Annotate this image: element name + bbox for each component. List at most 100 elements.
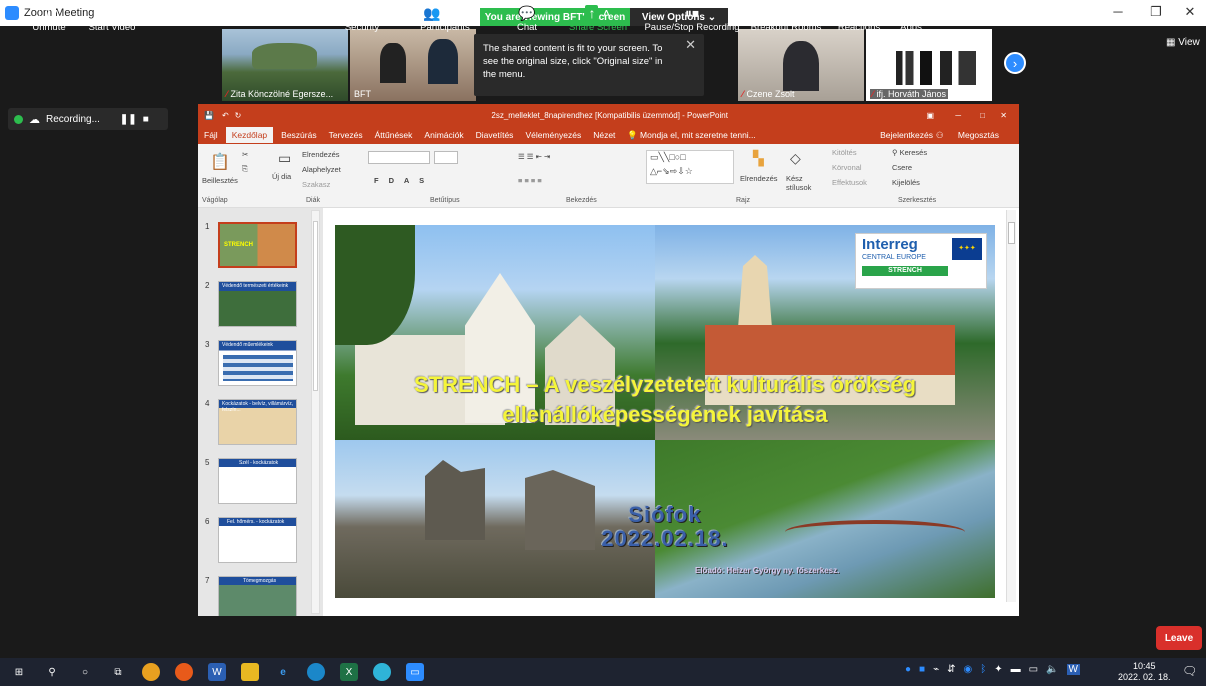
undo-icon[interactable]: ↶: [222, 111, 229, 120]
tell-me-input[interactable]: Mondja el, mit szeretne tenni...: [640, 130, 756, 140]
browser-icon[interactable]: [307, 663, 325, 681]
participant-video[interactable]: ⁄ ifj. Horváth János: [866, 29, 992, 101]
participant-video[interactable]: BFT: [350, 29, 476, 101]
chat-button[interactable]: 💬 Chat: [510, 4, 544, 33]
paste-icon[interactable]: 📋: [210, 152, 230, 172]
slide-thumbnail-5[interactable]: Szél - kockázatok: [218, 458, 297, 504]
file-explorer-icon[interactable]: [241, 663, 259, 681]
effects-button[interactable]: Effektusok: [832, 178, 867, 187]
word-tray-icon[interactable]: W: [1066, 664, 1080, 675]
tray-icon[interactable]: ■: [919, 664, 925, 675]
tray-icon[interactable]: ⇵: [947, 664, 955, 675]
tab-home[interactable]: Kezdőlap: [225, 127, 274, 143]
main-slide[interactable]: Interreg CENTRAL EUROPE STRENCH ✦✦✦ STRE…: [335, 225, 995, 598]
slide-thumbnail-3[interactable]: Védendő műemlékeink: [218, 340, 297, 386]
slide-scrollbar-thumb[interactable]: [1008, 222, 1015, 244]
taskbar-clock[interactable]: 10:45 2022. 02. 18.: [1118, 661, 1171, 683]
minimize-icon[interactable]: ─: [1108, 4, 1128, 19]
copy-icon[interactable]: ⎘: [242, 164, 248, 174]
tab-design[interactable]: Tervezés: [329, 130, 363, 140]
task-view-icon[interactable]: ⧉: [109, 663, 127, 681]
participant-video[interactable]: ⁄ Czene Zsolt: [738, 29, 864, 101]
start-video-button[interactable]: ▶̸ ˄ Start Video: [84, 4, 140, 33]
replace-button[interactable]: Csere: [892, 163, 912, 172]
reset-button[interactable]: Alaphelyzet: [302, 165, 341, 174]
slide-thumbnail-1[interactable]: STRENCH: [218, 222, 297, 268]
font-size-select[interactable]: [434, 151, 458, 164]
pause-recording-icon[interactable]: ❚❚: [120, 114, 137, 125]
ribbon-display-icon[interactable]: ▣: [926, 111, 934, 120]
network-icon[interactable]: ▭: [1029, 664, 1038, 675]
stop-recording-icon[interactable]: ■: [143, 114, 149, 125]
ie-icon[interactable]: e: [274, 663, 292, 681]
word-icon[interactable]: W: [208, 663, 226, 681]
maximize-icon[interactable]: ❐: [1146, 4, 1166, 20]
firefox-icon[interactable]: [175, 663, 193, 681]
edge-icon[interactable]: [373, 663, 391, 681]
tab-insert[interactable]: Beszúrás: [281, 130, 316, 140]
find-button[interactable]: ⚲ Keresés: [892, 148, 927, 157]
thumbnail-scrollbar[interactable]: [311, 210, 320, 614]
save-icon[interactable]: 💾: [204, 111, 214, 120]
arrange-icon[interactable]: ▚: [753, 150, 764, 167]
slide-thumbnail-6[interactable]: Fel. hőmérs. - kockázatok: [218, 517, 297, 563]
security-button[interactable]: ⛨ Security: [338, 4, 386, 33]
ppt-close-icon[interactable]: ✕: [1000, 111, 1007, 120]
next-participants-icon[interactable]: ›: [1004, 52, 1026, 74]
new-slide-icon[interactable]: ▭: [278, 150, 291, 167]
zoom-taskbar-icon[interactable]: ▭: [406, 663, 424, 681]
battery-icon[interactable]: ▬: [1011, 664, 1021, 675]
align-icons[interactable]: ≡ ≡ ≡ ≡: [518, 176, 542, 185]
tab-view[interactable]: Nézet: [593, 130, 615, 140]
cortana-icon[interactable]: ○: [76, 663, 94, 681]
sign-in-link[interactable]: Bejelentkezés: [880, 130, 933, 140]
windows-start-icon[interactable]: ⊞: [10, 663, 28, 681]
font-name-select[interactable]: [368, 151, 430, 164]
chrome-icon[interactable]: [142, 663, 160, 681]
font-format-buttons[interactable]: F D A S: [374, 176, 428, 185]
quick-styles-button[interactable]: Kész stílusok: [786, 174, 826, 192]
share-button[interactable]: ⚇ Megosztás: [930, 130, 1005, 141]
slide-scrollbar[interactable]: [1006, 210, 1016, 602]
section-button[interactable]: Szakasz: [302, 180, 330, 189]
select-button[interactable]: Kijelölés: [892, 178, 920, 187]
tab-review[interactable]: Véleményezés: [525, 130, 581, 140]
paste-button[interactable]: Beillesztés: [202, 176, 238, 185]
arrange-button[interactable]: Elrendezés: [740, 174, 778, 183]
leave-button[interactable]: Leave: [1156, 626, 1202, 650]
share-screen-button[interactable]: ↑ ˄ Share Screen: [566, 4, 630, 33]
participant-video[interactable]: ⁄ Zita Könczölné Egersze...: [222, 29, 348, 101]
outline-button[interactable]: Körvonal: [832, 163, 862, 172]
search-icon[interactable]: ⚲: [43, 663, 61, 681]
view-button[interactable]: ▦ View: [1166, 37, 1200, 48]
tab-transitions[interactable]: Áttűnések: [375, 130, 413, 140]
fill-button[interactable]: Kitöltés: [832, 148, 857, 157]
layout-button[interactable]: Elrendezés: [302, 150, 340, 159]
apps-button[interactable]: ⊞ Apps: [894, 4, 928, 33]
tooltip-close-icon[interactable]: ✕: [685, 38, 696, 51]
new-slide-button[interactable]: Új dia: [272, 172, 291, 181]
tray-icon[interactable]: ●: [905, 664, 911, 675]
quick-styles-icon[interactable]: ◇: [790, 150, 801, 167]
ppt-minimize-icon[interactable]: ─: [955, 111, 961, 120]
close-icon[interactable]: ✕: [1180, 4, 1200, 20]
pause-stop-recording-button[interactable]: ⏸⏹ Pause/Stop Recording: [642, 4, 742, 33]
slide-thumbnail-7[interactable]: Tömegmozgás: [218, 576, 297, 616]
tray-icon[interactable]: ✦: [994, 664, 1002, 675]
slide-thumbnail-4[interactable]: Kockázatok - belvíz, villámárvíz, felszí…: [218, 399, 297, 445]
excel-icon[interactable]: X: [340, 663, 358, 681]
bluetooth-icon[interactable]: ᛒ: [980, 664, 986, 675]
slide-thumbnail-2[interactable]: Védendő természeti értékeink: [218, 281, 297, 327]
participants-button[interactable]: 👥 48 ˄ Participants: [412, 4, 478, 33]
tab-animations[interactable]: Animációk: [424, 130, 463, 140]
notifications-icon[interactable]: 🗨: [1182, 664, 1197, 678]
volume-icon[interactable]: 🔈: [1046, 664, 1058, 675]
reactions-button[interactable]: ☺ Reactions: [836, 4, 882, 33]
tab-file[interactable]: Fájl: [204, 130, 218, 140]
redo-icon[interactable]: ↻: [235, 111, 242, 120]
scrollbar-thumb[interactable]: [313, 221, 318, 391]
tray-icon[interactable]: ◉: [964, 664, 973, 675]
unmute-button[interactable]: 🎙̸ ˄ Unmute: [24, 4, 74, 33]
breakout-rooms-button[interactable]: ▦ Breakout Rooms: [748, 4, 824, 33]
tray-icon[interactable]: ⌁: [933, 664, 939, 675]
